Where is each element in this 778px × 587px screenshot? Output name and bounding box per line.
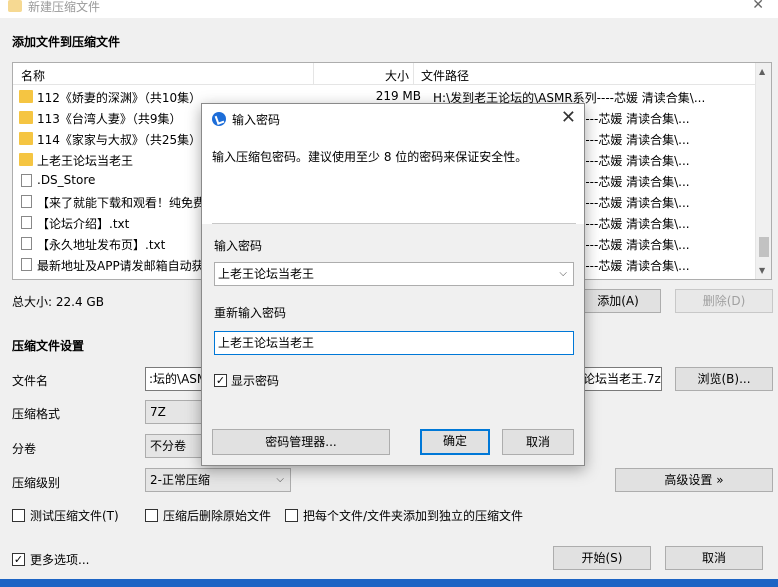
text-file-icon	[21, 258, 32, 271]
window-close-icon[interactable]: ✕	[752, 0, 764, 13]
password-input[interactable]: 上老王论坛当老王 ⌵	[214, 262, 574, 286]
delete-button[interactable]: 删除(D)	[675, 289, 773, 313]
separate-archives-checkbox[interactable]	[285, 509, 298, 522]
browse-button[interactable]: 浏览(B)...	[675, 367, 773, 391]
scroll-down-icon[interactable]: ▼	[759, 266, 765, 275]
file-list-header: 名称 大小 文件路径	[13, 63, 757, 85]
window-title-bar: 新建压缩文件 ✕	[0, 0, 778, 18]
scroll-thumb[interactable]	[759, 237, 769, 257]
show-password-checkbox[interactable]: ✓	[214, 374, 227, 387]
reenter-password-input[interactable]: 上老王论坛当老王	[214, 331, 574, 355]
separate-archives-label: 把每个文件/文件夹添加到独立的压缩文件	[303, 509, 524, 523]
dialog-info-panel: 输入压缩包密码。建议使用至少 8 位的密码来保证安全性。	[202, 134, 584, 224]
delete-originals-label: 压缩后删除原始文件	[163, 509, 272, 523]
add-files-header: 添加文件到压缩文件	[12, 35, 121, 49]
column-path[interactable]: 文件路径	[421, 67, 469, 84]
dialog-info-text: 输入压缩包密码。建议使用至少 8 位的密码来保证安全性。	[212, 150, 528, 164]
folder-icon	[19, 153, 33, 166]
delete-originals-checkbox[interactable]	[145, 509, 158, 522]
format-label: 压缩格式	[12, 407, 61, 421]
advanced-settings-button[interactable]: 高级设置 »	[615, 468, 773, 492]
chevron-down-icon[interactable]: ⌵	[559, 263, 567, 285]
dialog-title: 输入密码	[232, 113, 281, 127]
shield-check-icon	[212, 112, 226, 126]
text-file-icon	[21, 195, 32, 208]
password-label: 输入密码	[214, 239, 263, 253]
scroll-up-icon[interactable]: ▲	[759, 67, 765, 76]
folder-icon	[19, 111, 33, 124]
test-archive-label: 测试压缩文件(T)	[30, 509, 119, 523]
dialog-close-icon[interactable]: ✕	[561, 107, 576, 128]
format-select[interactable]: 7Z	[145, 400, 203, 424]
text-file-icon	[21, 237, 32, 250]
reenter-password-label: 重新输入密码	[214, 306, 287, 320]
total-size: 总大小: 22.4 GB	[12, 295, 104, 309]
app-icon	[8, 0, 22, 12]
column-size[interactable]: 大小	[385, 67, 409, 84]
file-icon	[21, 174, 32, 187]
taskbar	[0, 579, 778, 587]
filename-field-tail[interactable]: 论坛当老王.7z	[580, 367, 662, 391]
cancel-button[interactable]: 取消	[665, 546, 763, 570]
chevron-down-icon: ⌵	[276, 474, 284, 485]
filename-label: 文件名	[12, 374, 49, 388]
text-file-icon	[21, 216, 32, 229]
password-manager-button[interactable]: 密码管理器...	[212, 429, 390, 455]
divider	[212, 223, 576, 224]
level-label: 压缩级别	[12, 476, 61, 490]
test-archive-checkbox[interactable]	[12, 509, 25, 522]
start-button[interactable]: 开始(S)	[553, 546, 651, 570]
show-password-label: 显示密码	[231, 374, 280, 388]
window-title: 新建压缩文件	[28, 0, 101, 14]
more-options-checkbox[interactable]: ✓	[12, 553, 25, 566]
dialog-title-bar: 输入密码 ✕	[202, 104, 584, 134]
add-button[interactable]: 添加(A)	[575, 289, 661, 313]
folder-icon	[19, 132, 33, 145]
split-select[interactable]: 不分卷	[145, 434, 203, 458]
level-select[interactable]: 2-正常压缩 ⌵	[145, 468, 291, 492]
more-options-label: 更多选项...	[30, 553, 90, 567]
filename-field[interactable]: :坛的\ASM	[145, 367, 205, 391]
column-name[interactable]: 名称	[21, 67, 45, 84]
split-label: 分卷	[12, 442, 37, 456]
settings-header: 压缩文件设置	[12, 339, 85, 353]
file-list-scrollbar[interactable]: ▲ ▼	[755, 63, 771, 279]
password-dialog: 输入密码 ✕ 输入压缩包密码。建议使用至少 8 位的密码来保证安全性。 输入密码…	[201, 103, 585, 466]
dialog-cancel-button[interactable]: 取消	[502, 429, 574, 455]
ok-button[interactable]: 确定	[420, 429, 490, 455]
folder-icon	[19, 90, 33, 103]
